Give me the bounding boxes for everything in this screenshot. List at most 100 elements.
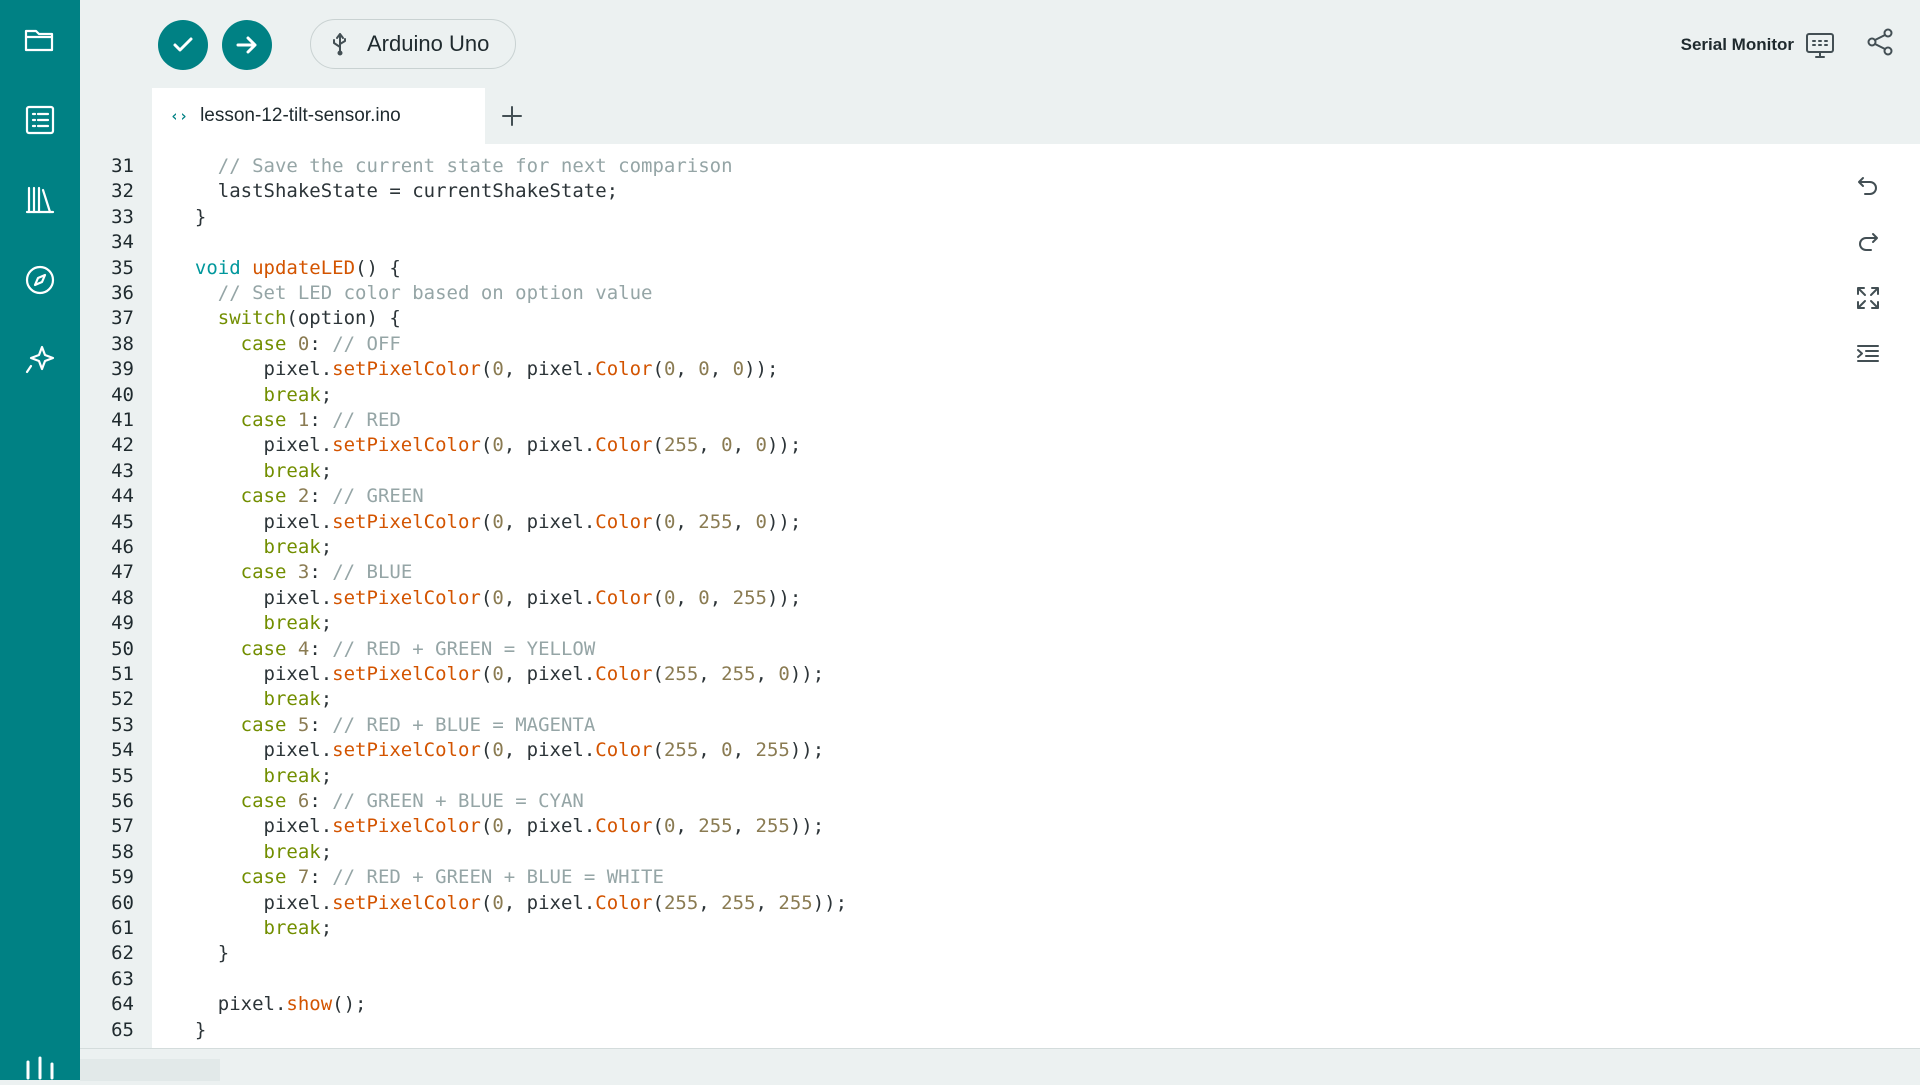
sidebar-item-sketch-list[interactable] — [16, 96, 64, 144]
code-token-number: 0 — [755, 510, 767, 533]
code-token-plain: , pixel. — [503, 586, 596, 609]
verify-button[interactable] — [158, 20, 208, 70]
code-token-control: break — [263, 840, 321, 863]
line-number: 40 — [111, 383, 134, 406]
line-number: 58 — [111, 840, 134, 863]
redo-icon — [1859, 233, 1878, 251]
code-token-plain: , — [732, 739, 756, 762]
code-token-number: 255 — [663, 434, 699, 457]
line-number: 44 — [111, 485, 134, 508]
code-token-plain: ; — [320, 383, 333, 406]
code-token-plain: , — [698, 739, 722, 762]
code-line: break; — [172, 840, 333, 865]
redo-button[interactable] — [1848, 222, 1888, 262]
line-number: 46 — [111, 536, 134, 558]
code-token-plain: , pixel. — [503, 663, 596, 685]
code-token-function: Color — [595, 663, 653, 685]
sidebar-item-assistant[interactable] — [16, 336, 64, 384]
code-token-function: updateLED — [252, 256, 356, 279]
undo-icon — [1858, 177, 1877, 195]
undo-button[interactable] — [1848, 166, 1888, 206]
usb-icon — [333, 33, 346, 56]
line-number: 56 — [111, 790, 134, 812]
code-editor[interactable]: // Save the current state for next compa… — [152, 144, 1920, 1048]
code-token-number: 255 — [721, 663, 756, 685]
code-line: pixel.setPixelColor(0, pixel.Color(255, … — [172, 662, 825, 687]
code-token-number: 0 — [492, 358, 504, 381]
serial-monitor-button[interactable]: Serial Monitor — [1681, 24, 1836, 66]
file-tabs: ‹› lesson-12-tilt-sensor.ino — [152, 88, 1920, 144]
expand-button[interactable] — [1848, 278, 1888, 318]
upload-button[interactable] — [222, 20, 272, 70]
code-token-plain: , pixel. — [503, 358, 596, 381]
code-token-number: 0 — [492, 586, 504, 609]
code-token-plain: (option) { — [286, 307, 401, 330]
code-line: case 0: // OFF — [172, 332, 401, 357]
code-token-plain: : — [309, 790, 333, 812]
code-token-plain: , — [709, 586, 733, 609]
line-number: 32 — [111, 180, 134, 203]
code-token-control: case — [240, 332, 287, 355]
line-number: 51 — [111, 663, 134, 685]
line-number: 60 — [111, 891, 134, 914]
tab-label: lesson-12-tilt-sensor.ino — [200, 105, 401, 126]
tab-sketch-file[interactable]: ‹› lesson-12-tilt-sensor.ino — [152, 88, 485, 144]
code-line: pixel.setPixelColor(0, pixel.Color(0, 0,… — [172, 586, 802, 611]
board-selector[interactable]: Arduino Uno — [310, 19, 516, 69]
code-token-plain: ( — [652, 663, 664, 685]
code-token-function: setPixelColor — [332, 586, 481, 609]
code-line: case 5: // RED + BLUE = MAGENTA — [172, 713, 596, 738]
sidebar-item-settings[interactable] — [22, 1056, 58, 1085]
code-token-control: case — [240, 485, 287, 508]
line-number: 38 — [111, 332, 134, 355]
code-token-plain: , — [755, 891, 779, 914]
code-token-plain: , — [709, 358, 733, 381]
share-button[interactable] — [1864, 26, 1896, 63]
sidebar-item-reference[interactable] — [16, 256, 64, 304]
code-token-number: 255 — [663, 663, 699, 685]
code-token-plain: , — [755, 663, 779, 685]
code-token-keyword: void — [194, 256, 241, 279]
code-token-number: 1 — [297, 409, 310, 431]
code-token-function: setPixelColor — [332, 510, 481, 533]
code-token-plain: pixel. — [172, 815, 333, 838]
code-token-plain: )); — [812, 891, 848, 914]
code-token-plain: pixel. — [172, 739, 333, 762]
code-token-number: 0 — [663, 586, 676, 609]
code-token-plain: ( — [480, 586, 493, 609]
code-token-function: Color — [595, 586, 653, 609]
code-token-number: 255 — [732, 586, 767, 609]
code-token-control: break — [263, 688, 321, 711]
line-number: 64 — [111, 993, 134, 1016]
code-token-control: case — [240, 409, 287, 431]
code-line: break; — [172, 764, 333, 789]
code-token-number: 0 — [732, 358, 745, 381]
code-icon: ‹› — [170, 107, 189, 125]
add-tab-button[interactable] — [492, 96, 532, 136]
code-token-number: 255 — [755, 815, 790, 838]
line-number: 31 — [111, 155, 134, 177]
format-indent-button[interactable] — [1848, 334, 1888, 374]
code-token-function: setPixelColor — [332, 815, 481, 838]
bottom-panel-tab[interactable] — [80, 1059, 220, 1081]
code-token-plain: ( — [652, 434, 664, 457]
code-token-plain: )); — [789, 663, 825, 685]
code-token-plain: , — [732, 510, 756, 533]
sidebar-item-libraries[interactable] — [16, 176, 64, 224]
code-line: void updateLED() { — [172, 256, 401, 281]
sidebar — [0, 0, 80, 1080]
code-token-plain: () { — [355, 256, 401, 279]
code-token-plain: lastShakeState = currentShakeState; — [172, 180, 619, 203]
code-token-comment: // RED + GREEN = YELLOW — [332, 637, 596, 660]
code-token-number: 0 — [492, 815, 504, 838]
plus-icon — [502, 106, 522, 126]
code-token-plain: ( — [480, 815, 493, 838]
line-number: 48 — [111, 586, 134, 609]
sparkle-icon — [25, 345, 55, 374]
sidebar-item-sketchbook[interactable] — [16, 16, 64, 64]
